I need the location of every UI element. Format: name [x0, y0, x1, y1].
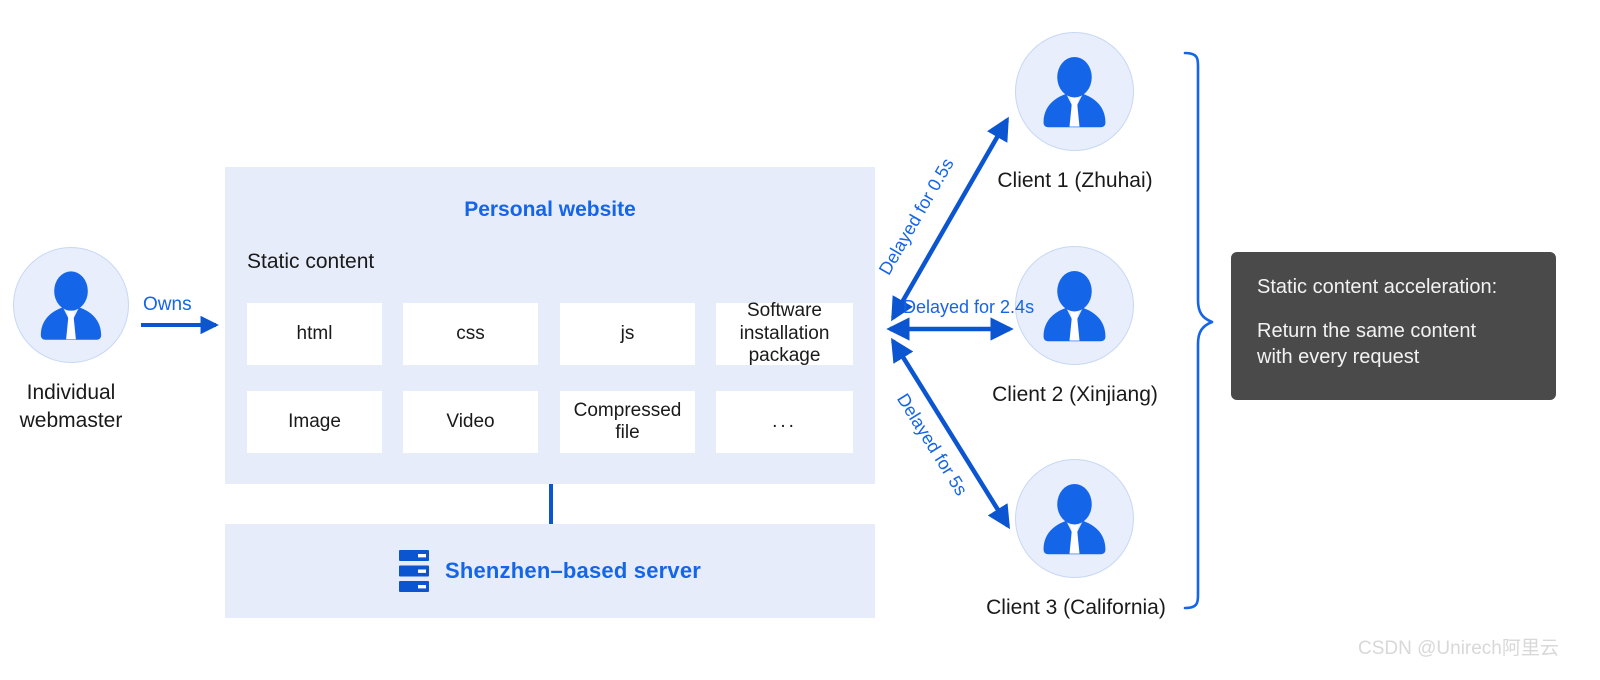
diagram-canvas: Individual webmaster Owns Personal websi… — [0, 0, 1600, 680]
server-strip: Shenzhen–based server — [225, 524, 875, 618]
arrow-to-client-3 — [891, 337, 1010, 530]
client-2-label: Client 2 (Xinjiang) — [992, 383, 1158, 406]
content-card-js[interactable]: js — [560, 303, 695, 365]
callout-body: Return the same content with every reque… — [1257, 320, 1477, 368]
static-content-label: Static content — [247, 250, 375, 273]
client-1-delay-label: Delayed for 0.5s — [874, 154, 958, 279]
client-3-label: Client 3 (California) — [986, 596, 1166, 619]
client-3-avatar — [1015, 459, 1134, 578]
watermark: CSDN @Unirech阿里云 — [1358, 638, 1559, 659]
client-1-avatar — [1015, 32, 1134, 151]
owns-label: Owns — [143, 294, 192, 315]
client-2-delay-label: Delayed for 2.4s — [903, 297, 1035, 317]
callout-title: Static content acceleration: — [1257, 276, 1498, 298]
content-card-css[interactable]: css — [403, 303, 538, 365]
clients-curly-brace — [1183, 51, 1214, 610]
personal-website-panel: Personal website Static content html css… — [225, 167, 875, 484]
person-avatar-icon — [40, 271, 102, 340]
content-card-image[interactable]: Image — [247, 391, 382, 453]
owner-avatar — [13, 247, 129, 363]
person-avatar-icon — [1043, 56, 1106, 128]
content-card-software-installation-package[interactable]: Software installation package — [716, 300, 853, 366]
client-1-label: Client 1 (Zhuhai) — [997, 169, 1153, 192]
person-avatar-icon — [1043, 483, 1106, 555]
static-content-acceleration-callout: Static content acceleration: Return the … — [1231, 252, 1556, 400]
content-card-html[interactable]: html — [247, 303, 382, 365]
owner-label: Individual webmaster — [19, 381, 123, 433]
panel-title: Personal website — [464, 198, 636, 221]
content-card-compressed-file[interactable]: Compressed file — [560, 391, 695, 453]
server-rack-icon — [398, 550, 429, 592]
server-label: Shenzhen–based server — [444, 558, 702, 583]
content-card-ellipsis[interactable]: ... — [716, 391, 853, 453]
content-card-video[interactable]: Video — [403, 391, 538, 453]
